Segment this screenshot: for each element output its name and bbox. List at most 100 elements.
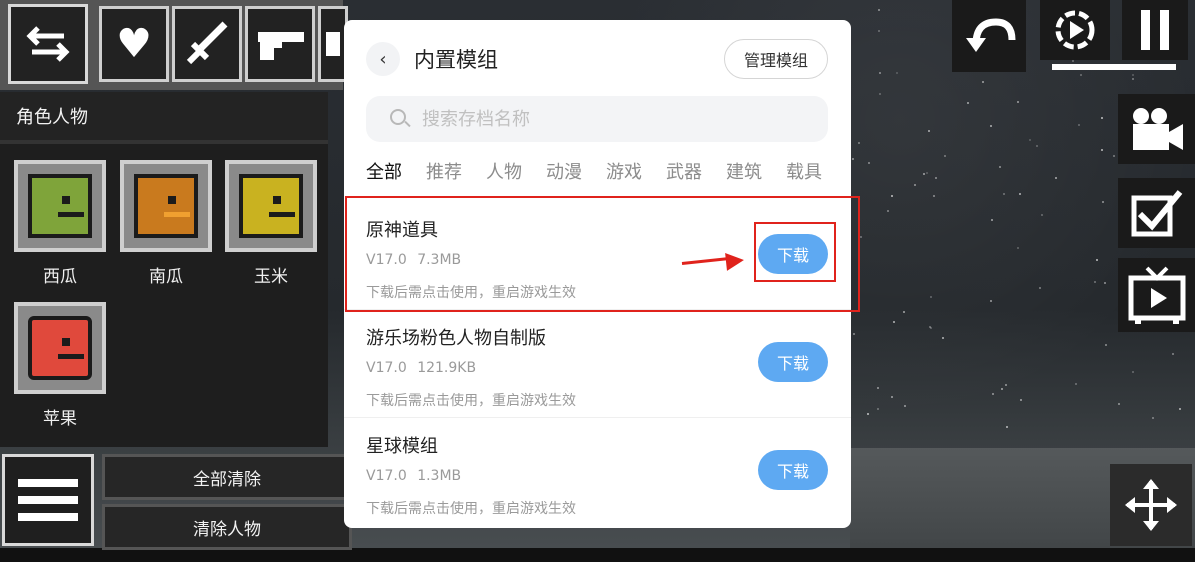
- star: [967, 101, 970, 104]
- back-button[interactable]: ‹: [366, 42, 400, 76]
- star: [1132, 371, 1135, 374]
- item-label: 西瓜: [43, 267, 77, 287]
- bottom-strip: [0, 548, 1195, 562]
- time-bar: [1052, 64, 1176, 70]
- item-label: 玉米: [254, 267, 288, 287]
- item-thumbnail: [14, 160, 106, 252]
- mod-size: 1.3MB: [417, 468, 462, 484]
- category-tabs: 全部 推荐 人物 动漫 游戏 武器 建筑 载具: [366, 158, 851, 188]
- heart-icon: ♥: [116, 21, 152, 67]
- more-icon: [326, 32, 340, 56]
- star: [1093, 281, 1096, 284]
- star: [890, 395, 893, 398]
- star: [1071, 59, 1074, 62]
- star: [929, 295, 932, 298]
- download-button[interactable]: 下载: [758, 450, 828, 490]
- star: [852, 158, 855, 161]
- camera-icon: [1132, 108, 1183, 150]
- item-watermelon[interactable]: 西瓜: [14, 160, 106, 287]
- star: [1078, 123, 1081, 126]
- star: [1003, 193, 1006, 196]
- star: [852, 332, 855, 335]
- star: [887, 210, 890, 213]
- star: [943, 155, 946, 158]
- star: [1096, 258, 1099, 261]
- move-button[interactable]: [1110, 464, 1192, 546]
- list-item: 星球模组 V17.0 1.3MB 下载后需点击使用，重启游戏生效 下载: [344, 418, 851, 526]
- undo-icon: [966, 18, 1016, 52]
- mod-description: 下载后需点击使用，重启游戏生效: [366, 501, 576, 517]
- star: [999, 165, 1002, 168]
- pause-button[interactable]: [1122, 0, 1188, 60]
- star: [989, 125, 992, 128]
- corn-icon: [239, 174, 303, 238]
- tab-games[interactable]: 游戏: [606, 158, 642, 188]
- star: [1132, 74, 1135, 77]
- mod-meta: V17.0 121.9KB: [366, 360, 476, 376]
- menu-icon-bar: [18, 513, 78, 521]
- tab-buildings[interactable]: 建筑: [726, 158, 762, 188]
- swap-button[interactable]: [8, 4, 88, 84]
- undo-button[interactable]: [952, 0, 1026, 72]
- clear-characters-button[interactable]: 清除人物: [102, 504, 352, 550]
- category-guns[interactable]: [245, 6, 315, 82]
- list-item: 游乐场粉色人物自制版 V17.0 121.9KB 下载后需点击使用，重启游戏生效…: [344, 310, 851, 418]
- star: [935, 176, 938, 179]
- star: [1105, 344, 1108, 347]
- mod-version: V17.0: [366, 360, 407, 376]
- star: [1055, 176, 1057, 179]
- star: [1179, 407, 1182, 410]
- star: [1102, 200, 1105, 203]
- manage-mods-button[interactable]: 管理模组: [724, 39, 828, 79]
- menu-button[interactable]: [2, 454, 94, 546]
- star: [1019, 398, 1022, 401]
- character-panel: 角色人物 西瓜 南瓜 玉米 苹果: [0, 92, 328, 447]
- star: [923, 173, 926, 176]
- tab-recommended[interactable]: 推荐: [426, 158, 462, 188]
- tab-vehicles[interactable]: 载具: [786, 158, 822, 188]
- search-bar: [366, 96, 828, 142]
- star: [1038, 287, 1041, 290]
- camera-button[interactable]: [1118, 94, 1195, 164]
- item-thumbnail: [225, 160, 317, 252]
- mod-meta: V17.0 1.3MB: [366, 468, 461, 484]
- slow-motion-button[interactable]: [1040, 0, 1110, 60]
- category-weapons[interactable]: [172, 6, 242, 82]
- item-label: 南瓜: [149, 267, 183, 287]
- star: [1018, 193, 1021, 196]
- tab-all[interactable]: 全部: [366, 158, 402, 188]
- search-input[interactable]: [422, 108, 802, 130]
- mod-version: V17.0: [366, 468, 407, 484]
- annotation-arrow-head: [725, 251, 745, 271]
- star: [878, 71, 881, 74]
- star: [1017, 101, 1020, 104]
- apple-icon: [28, 316, 92, 380]
- item-pumpkin[interactable]: 南瓜: [120, 160, 212, 287]
- tab-weapons[interactable]: 武器: [666, 158, 702, 188]
- highlight-box-button: [754, 222, 836, 282]
- star: [867, 162, 870, 165]
- star: [1035, 145, 1038, 148]
- category-heart[interactable]: ♥: [99, 6, 169, 82]
- tab-anime[interactable]: 动漫: [546, 158, 582, 188]
- star: [1005, 425, 1008, 428]
- item-thumbnail: [14, 302, 106, 394]
- item-corn[interactable]: 玉米: [225, 160, 317, 287]
- dialog-title: 内置模组: [414, 48, 498, 72]
- pistol-icon: [258, 32, 304, 60]
- star: [879, 92, 882, 95]
- swap-icon: [26, 26, 70, 62]
- star: [877, 9, 880, 12]
- pause-icon: [1141, 10, 1169, 50]
- tv-button[interactable]: [1118, 258, 1195, 332]
- download-button[interactable]: 下载: [758, 342, 828, 382]
- star: [928, 130, 931, 133]
- tab-characters[interactable]: 人物: [486, 158, 522, 188]
- star: [925, 171, 928, 174]
- star: [1117, 402, 1120, 405]
- sword-icon: [186, 21, 228, 65]
- clear-all-button[interactable]: 全部清除: [102, 454, 352, 500]
- checkbox-button[interactable]: [1118, 178, 1195, 248]
- star: [1080, 74, 1083, 77]
- item-apple[interactable]: 苹果: [14, 302, 106, 429]
